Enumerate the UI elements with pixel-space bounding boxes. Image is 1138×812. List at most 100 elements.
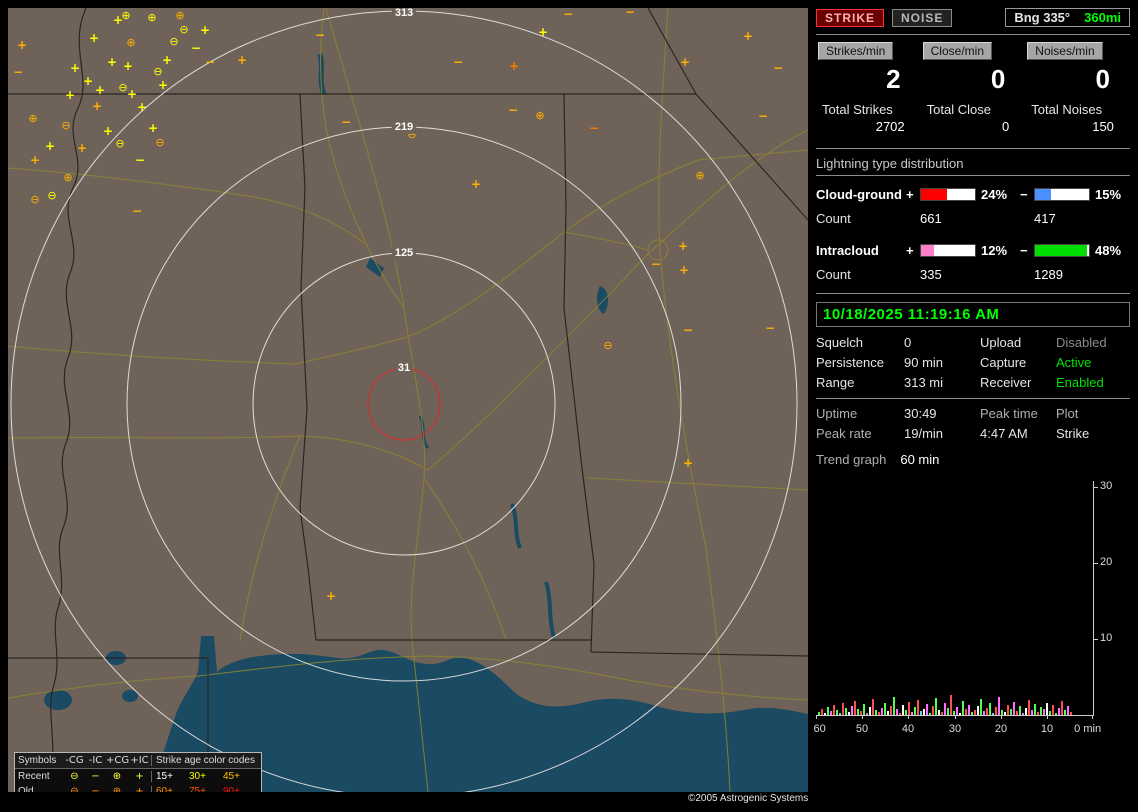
age-30: 30+ [189, 771, 206, 782]
trend-bar [1055, 713, 1057, 715]
trend-bar [929, 713, 931, 715]
range-setting-value: 313 mi [904, 375, 944, 390]
cloud-ground-count-row: Count 661 417 [816, 206, 1130, 230]
plus-icon: + [135, 786, 144, 792]
strike-symbol: − [682, 323, 694, 337]
trend-bar [1010, 709, 1012, 715]
cg-positive-count: 661 [920, 210, 942, 226]
trend-bar [983, 711, 985, 715]
strike-symbol: + [102, 124, 114, 138]
datetime-display: 10/18/2025 11:19:16 AM [816, 302, 1130, 327]
lightning-map[interactable]: 313 219 125 31 + − ⊕ ⊖ ⊖ + + + + + + + ⊕ ⊕ + ⊖ + + ⊕ ⊖ + + ⊖ ⊕ ⊖… [8, 8, 808, 792]
trend-bar [896, 709, 898, 715]
trend-bar [1037, 712, 1039, 715]
noises-per-min-button[interactable]: Noises/min [1027, 42, 1103, 60]
strike-symbol: + [236, 53, 248, 67]
plus-sign: + [906, 242, 914, 258]
total-close-value: 0 [1002, 119, 1010, 134]
trend-bar [902, 705, 904, 715]
trend-bar [866, 713, 868, 715]
trend-bar [875, 710, 877, 715]
strike-symbol: − [134, 153, 146, 167]
noises-counter-column: Noises/min 0 Total Noises 150 [1025, 42, 1130, 134]
strike-symbol: + [742, 29, 754, 43]
legend-old-label: Old [18, 786, 34, 792]
strike-symbol: ⊖ [61, 119, 71, 132]
trend-bar [1049, 711, 1051, 715]
peak-rate-label: Peak rate [816, 426, 872, 441]
trend-bar [869, 707, 871, 715]
divider [816, 148, 1130, 149]
capture-status: Active [1056, 355, 1092, 370]
ring-label-219: 219 [391, 121, 417, 134]
trend-bar [893, 697, 895, 715]
upload-status: Disabled [1056, 335, 1107, 350]
trend-bar [1028, 700, 1030, 715]
trend-bar [1052, 705, 1054, 715]
legend-old-row: Old ⊖ − ⊕ + 60+ 75+ 90+ [15, 784, 261, 792]
trend-bar [920, 711, 922, 715]
noise-indicator-button[interactable]: NOISE [892, 8, 953, 27]
strike-symbol: − [562, 8, 574, 21]
cg-negative-bar [1034, 187, 1090, 201]
total-strikes-label: Total Strikes [822, 102, 893, 117]
strike-symbol: + [682, 456, 694, 470]
stats-grid: Uptime 30:49 Peak time Plot Peak rate 19… [816, 406, 1130, 442]
strikes-per-min-button[interactable]: Strikes/min [818, 42, 894, 60]
trend-bar [1046, 703, 1048, 715]
strike-symbol: − [340, 115, 352, 129]
ic-negative-pct: 48% [1095, 242, 1122, 258]
x-tick-50: 50 [855, 723, 869, 735]
settings-grid: Squelch 0 Upload Disabled Persistence 90… [816, 335, 1130, 391]
cloud-ground-label: Cloud-ground [816, 186, 902, 202]
strike-symbol: + [16, 38, 28, 52]
trend-bar [1016, 711, 1018, 715]
x-tick-20: 20 [994, 723, 1008, 735]
cg-positive-bar [920, 187, 976, 201]
y-tick-30: 30 [1100, 480, 1113, 492]
strike-symbol: + [161, 53, 173, 67]
strike-symbol: − [204, 55, 216, 69]
trend-bar [1040, 707, 1042, 715]
trend-bar [995, 707, 997, 715]
trend-graph-header: Trend graph 60 min [816, 452, 1130, 467]
strike-symbol: − [190, 41, 202, 55]
trend-bar [917, 700, 919, 715]
range-value: 360mi [1084, 10, 1121, 25]
strike-indicator-button[interactable]: STRIKE [816, 8, 885, 27]
trend-bar [872, 699, 874, 715]
strike-symbol: ⊖ [603, 339, 613, 352]
trend-bar [1034, 704, 1036, 715]
trend-bar [821, 709, 823, 715]
trend-bar [1064, 710, 1066, 715]
strike-symbol: ⊖ [169, 35, 179, 48]
trend-bar [842, 703, 844, 715]
ring-label-125: 125 [391, 247, 417, 260]
trend-bar [1067, 706, 1069, 715]
trend-bar [827, 707, 829, 715]
total-noises-value: 150 [1092, 119, 1114, 134]
trend-bar [986, 708, 988, 715]
strikes-per-min-value: 2 [886, 64, 901, 94]
age-90: 90+ [223, 786, 240, 792]
trend-bar [851, 706, 853, 715]
trend-bar [854, 701, 856, 715]
trend-bar [1061, 701, 1063, 715]
strike-symbol: + [126, 87, 138, 101]
indicator-row: STRIKE NOISE Bng 335° 360mi [816, 8, 1130, 27]
divider [816, 34, 1130, 35]
plus-sign: + [906, 186, 914, 202]
ic-positive-count: 335 [920, 266, 942, 282]
legend-col-ncg: -CG [65, 755, 84, 766]
trend-bar [914, 707, 916, 715]
strike-symbol: + [44, 139, 56, 153]
minus-sign: − [1020, 186, 1028, 202]
strike-symbol: ⊖ [155, 136, 165, 149]
close-per-min-button[interactable]: Close/min [922, 42, 992, 60]
trend-bar [848, 712, 850, 715]
divider [816, 293, 1130, 294]
strike-symbol: ⊕ [63, 171, 73, 184]
strike-symbol: + [470, 177, 482, 191]
ring-label-313: 313 [391, 8, 417, 20]
strike-symbol: + [64, 88, 76, 102]
